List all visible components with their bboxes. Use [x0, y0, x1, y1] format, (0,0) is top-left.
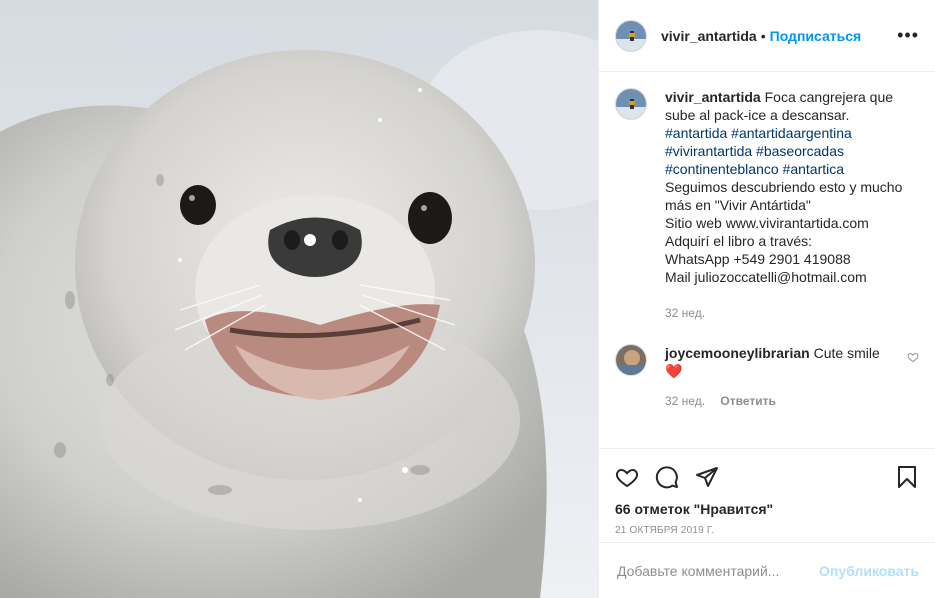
heart-icon[interactable]: [615, 465, 639, 489]
action-icons: [615, 457, 919, 497]
avatar-image: [616, 89, 646, 119]
caption-username[interactable]: vivir_antartida: [665, 89, 761, 105]
caption-line: Adquirí el libro a través:: [665, 233, 813, 249]
caption-body: vivir_antartida Foca cangrejera que sube…: [665, 88, 919, 322]
post-username[interactable]: vivir_antartida: [661, 28, 757, 44]
hashtag-link[interactable]: #vivirantartida #baseorcadas: [665, 142, 919, 160]
caption-line: Mail juliozoccatelli@hotmail.com: [665, 269, 867, 285]
avatar[interactable]: [615, 88, 647, 120]
comment: joycemooneylibrarian Cute smile ❤️ 32 не…: [615, 344, 919, 410]
post-side-panel: vivir_antartida • Подписаться ••• vivir_…: [598, 0, 935, 598]
post-actions: 66 отметок "Нравится" 21 ОКТЯБРЯ 2019 Г.: [599, 448, 935, 536]
comments-section: vivir_antartida Foca cangrejera que sube…: [599, 72, 935, 448]
comment-time[interactable]: 32 нед.: [665, 394, 705, 408]
comment-input[interactable]: [615, 561, 820, 580]
bookmark-icon[interactable]: [895, 465, 919, 489]
avatar[interactable]: [615, 344, 647, 376]
comment-meta: 32 нед. Ответить: [665, 392, 899, 410]
caption-meta: 32 нед.: [665, 304, 919, 322]
hashtag-link[interactable]: #continenteblanco #antartica: [665, 160, 919, 178]
instagram-post-modal: vivir_antartida • Подписаться ••• vivir_…: [0, 0, 935, 598]
follow-button[interactable]: Подписаться: [770, 28, 862, 44]
avatar-image: [616, 345, 646, 375]
reply-button[interactable]: Ответить: [720, 394, 775, 408]
comment-username[interactable]: joycemooneylibrarian: [665, 345, 810, 361]
more-options-icon[interactable]: •••: [897, 25, 919, 46]
avatar-image: [616, 20, 646, 51]
like-comment-icon[interactable]: [907, 350, 919, 410]
hashtag-link[interactable]: #antartida #antartidaargentina: [665, 124, 919, 142]
caption-line: Seguimos descubriendo esto y mucho más e…: [665, 179, 903, 213]
seal-photo-illustration: [0, 0, 598, 598]
separator-dot: •: [760, 27, 766, 44]
comment-icon[interactable]: [655, 465, 679, 489]
caption-time[interactable]: 32 нед.: [665, 306, 705, 320]
share-icon[interactable]: [695, 465, 719, 489]
add-comment-bar: Опубликовать: [599, 542, 935, 598]
heart-outline-small: [907, 352, 919, 363]
publish-button[interactable]: Опубликовать: [819, 563, 919, 579]
post-date[interactable]: 21 ОКТЯБРЯ 2019 Г.: [615, 525, 919, 536]
caption-line: WhatsApp +549 2901 419088: [665, 251, 851, 267]
heart-emoji-icon: ❤️: [665, 363, 683, 379]
avatar[interactable]: [615, 19, 647, 52]
post-photo[interactable]: [0, 0, 598, 598]
comment-body: joycemooneylibrarian Cute smile ❤️ 32 не…: [665, 344, 899, 410]
likes-count[interactable]: 66 отметок "Нравится": [615, 501, 919, 517]
comment-text: Cute smile: [813, 345, 880, 361]
caption: vivir_antartida Foca cangrejera que sube…: [615, 88, 919, 322]
caption-line: Sitio web www.vivirantartida.com: [665, 215, 869, 231]
post-header: vivir_antartida • Подписаться •••: [599, 0, 935, 72]
